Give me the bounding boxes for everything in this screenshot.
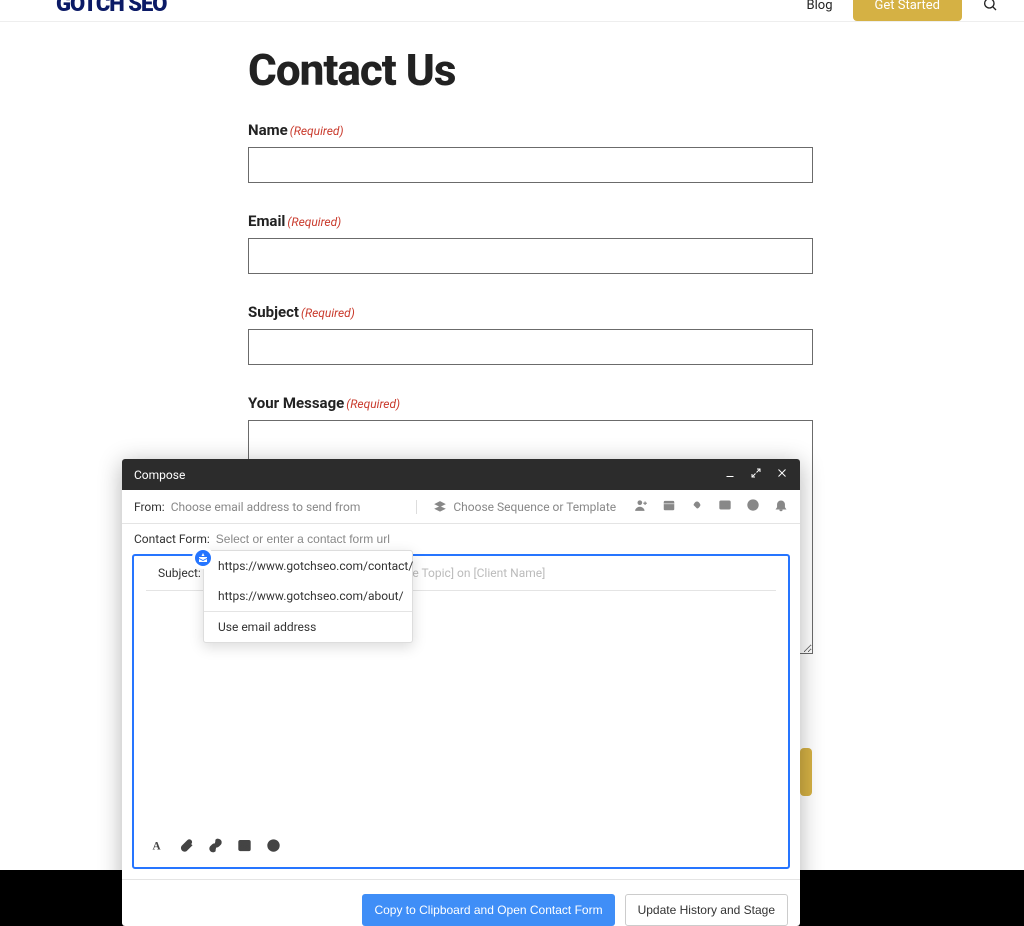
image-icon[interactable] [237, 838, 252, 857]
required-tag: (Required) [290, 124, 344, 138]
copy-open-button[interactable]: Copy to Clipboard and Open Contact Form [362, 894, 614, 926]
compose-window: Compose From: Choose email address to se… [122, 459, 800, 926]
attachment-icon[interactable] [179, 838, 194, 857]
dropdown-option-1[interactable]: https://www.gotchseo.com/contact/ [204, 551, 412, 581]
from-label: From: [134, 500, 165, 514]
cta-button[interactable]: Get Started [853, 0, 962, 21]
label-subject: Subject [248, 303, 299, 321]
logo: GOTCH SEO [56, 0, 167, 17]
from-row: From: Choose email address to send from … [122, 490, 800, 524]
search-icon[interactable] [982, 0, 998, 16]
compose-titlebar[interactable]: Compose [122, 459, 800, 490]
font-icon[interactable]: A [150, 838, 165, 857]
envelope-icon[interactable] [718, 498, 732, 515]
link-icon[interactable] [208, 838, 223, 857]
label-message: Your Message [248, 394, 344, 412]
field-subject: Subject(Required) [248, 302, 813, 365]
subject-label: Subject: [158, 566, 201, 580]
update-history-button[interactable]: Update History and Stage [625, 894, 788, 926]
top-navbar: GOTCH SEO Blog Get Started [0, 0, 1024, 22]
nav-link-blog[interactable]: Blog [807, 0, 833, 13]
contact-form-badge-icon[interactable] [192, 547, 214, 569]
from-placeholder[interactable]: Choose email address to send from [171, 500, 361, 514]
titlebar-controls [724, 467, 788, 482]
emoji-icon[interactable] [266, 838, 281, 857]
tracking-off-icon[interactable] [690, 498, 704, 515]
submit-button-edge[interactable] [800, 748, 812, 796]
close-icon[interactable] [776, 467, 788, 482]
field-name: Name(Required) [248, 120, 813, 183]
bell-icon[interactable] [774, 498, 788, 515]
svg-text:A: A [153, 840, 162, 852]
compose-footer: Copy to Clipboard and Open Contact Form … [122, 879, 800, 926]
calendar-icon[interactable] [662, 498, 676, 515]
topbar-right: Blog Get Started [807, 0, 998, 21]
sequence-placeholder: Choose Sequence or Template [453, 500, 616, 514]
label-name: Name [248, 121, 288, 139]
label-email: Email [248, 212, 285, 230]
help-icon[interactable] [746, 498, 760, 515]
page-title: Contact Us [248, 44, 813, 96]
contact-form-input[interactable] [216, 532, 496, 546]
required-tag: (Required) [301, 306, 355, 320]
person-add-icon[interactable] [634, 498, 648, 515]
required-tag: (Required) [287, 215, 341, 229]
field-email: Email(Required) [248, 211, 813, 274]
format-toolbar: A [134, 828, 788, 867]
minimize-icon[interactable] [724, 467, 736, 482]
contact-form-label: Contact Form: [134, 532, 210, 546]
required-tag: (Required) [346, 397, 400, 411]
name-input[interactable] [248, 147, 813, 183]
dropdown-use-email[interactable]: Use email address [204, 611, 412, 642]
email-input[interactable] [248, 238, 813, 274]
compose-toolbar-icons [634, 498, 788, 515]
expand-icon[interactable] [750, 467, 762, 482]
contact-form-dropdown: https://www.gotchseo.com/contact/ https:… [203, 550, 413, 643]
dropdown-option-2[interactable]: https://www.gotchseo.com/about/ [204, 581, 412, 611]
subject-input[interactable] [248, 329, 813, 365]
sequence-block[interactable]: Choose Sequence or Template [416, 500, 616, 514]
compose-title-text: Compose [134, 468, 185, 482]
